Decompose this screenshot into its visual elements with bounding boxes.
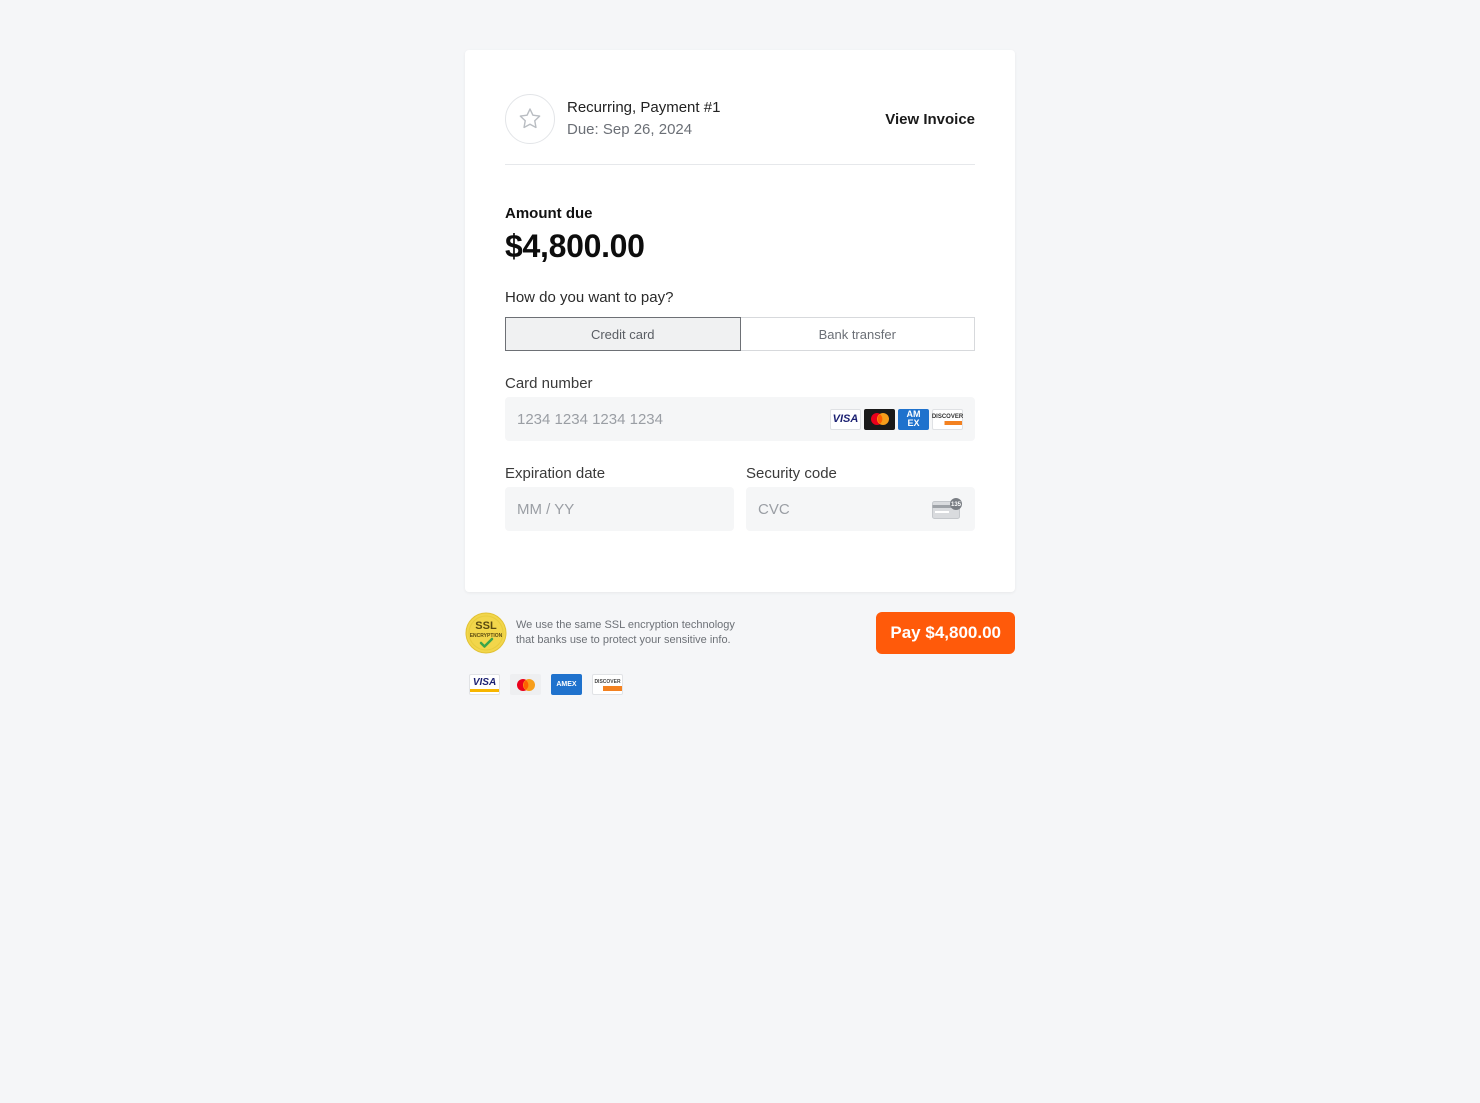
ssl-badge-line2: ENCRYPTION <box>470 633 503 639</box>
mastercard-icon <box>510 674 541 695</box>
amount-due-value: $4,800.00 <box>505 228 645 264</box>
invoice-title-block: Recurring, Payment #1 Due: Sep 26, 2024 <box>567 97 720 141</box>
expiry-column: Expiration date <box>505 441 734 531</box>
expiry-field[interactable] <box>505 487 734 531</box>
credit-card-option[interactable]: Credit card <box>505 317 741 351</box>
due-date: Due: Sep 26, 2024 <box>567 121 693 138</box>
header-divider <box>505 164 975 165</box>
accepted-cards: VISA AMEX DISCOVER <box>469 674 623 695</box>
mastercard-icon <box>864 408 895 430</box>
invoice-header: Recurring, Payment #1 Due: Sep 26, 2024 … <box>505 94 975 144</box>
visa-footer-label: VISA <box>472 677 497 688</box>
amex-icon: AMEX <box>898 408 929 430</box>
amex-icon: AMEX <box>551 674 582 695</box>
ssl-description: We use the same SSL encryption technolog… <box>516 618 735 648</box>
card-number-label: Card number <box>505 375 593 392</box>
discover-footer-label: DISCOVER <box>594 678 621 685</box>
star-icon <box>519 108 541 129</box>
card-number-input[interactable] <box>517 410 830 428</box>
visa-icon: VISA <box>469 674 500 695</box>
payment-method-toggle: Credit card Bank transfer <box>505 317 975 351</box>
ssl-text-line1: We use the same SSL encryption technolog… <box>516 619 735 631</box>
expiry-label: Expiration date <box>505 465 606 482</box>
payment-card: Recurring, Payment #1 Due: Sep 26, 2024 … <box>465 50 1015 592</box>
amex-footer-label: AMEX <box>556 681 577 688</box>
view-invoice-link[interactable]: View Invoice <box>885 111 975 128</box>
discover-icon: DISCOVER <box>931 408 964 430</box>
cvc-field[interactable]: 135 <box>746 487 975 531</box>
card-number-field[interactable]: VISA AMEX DISCOVER <box>505 397 975 441</box>
visa-icon: VISA <box>830 408 861 430</box>
payment-method-question: How do you want to pay? <box>505 289 674 306</box>
invoice-info: Recurring, Payment #1 Due: Sep 26, 2024 <box>505 94 720 144</box>
discover-icon-label: DISCOVER <box>931 413 964 420</box>
expiry-cvc-row: Expiration date Security code 135 <box>505 441 975 531</box>
expiry-input[interactable] <box>517 500 722 518</box>
ssl-notice: SSL ENCRYPTION We use the same SSL encry… <box>465 612 735 654</box>
visa-icon-label: VISA <box>832 413 859 425</box>
ssl-badge-line1: SSL <box>475 620 497 632</box>
invoice-title: Recurring, Payment #1 <box>567 99 721 116</box>
cvc-input[interactable] <box>758 500 932 518</box>
bank-transfer-option[interactable]: Bank transfer <box>740 317 975 351</box>
discover-icon: DISCOVER <box>592 674 623 695</box>
cvc-label: Security code <box>746 465 837 482</box>
pay-button[interactable]: Pay $4,800.00 <box>876 612 1015 654</box>
cvc-column: Security code 135 <box>746 441 975 531</box>
star-badge <box>505 94 555 144</box>
cvc-icon-text: 135 <box>951 502 962 508</box>
card-brand-icons: VISA AM EX DISCOVER <box>830 408 964 430</box>
cvc-card-icon: 135 <box>932 498 962 519</box>
amount-due-label: Amount due <box>505 205 593 222</box>
ssl-text-line2: that banks use to protect your sensitive… <box>516 634 731 646</box>
checkout-footer: SSL ENCRYPTION We use the same SSL encry… <box>465 612 1015 654</box>
ssl-badge-icon: SSL ENCRYPTION <box>465 612 507 654</box>
